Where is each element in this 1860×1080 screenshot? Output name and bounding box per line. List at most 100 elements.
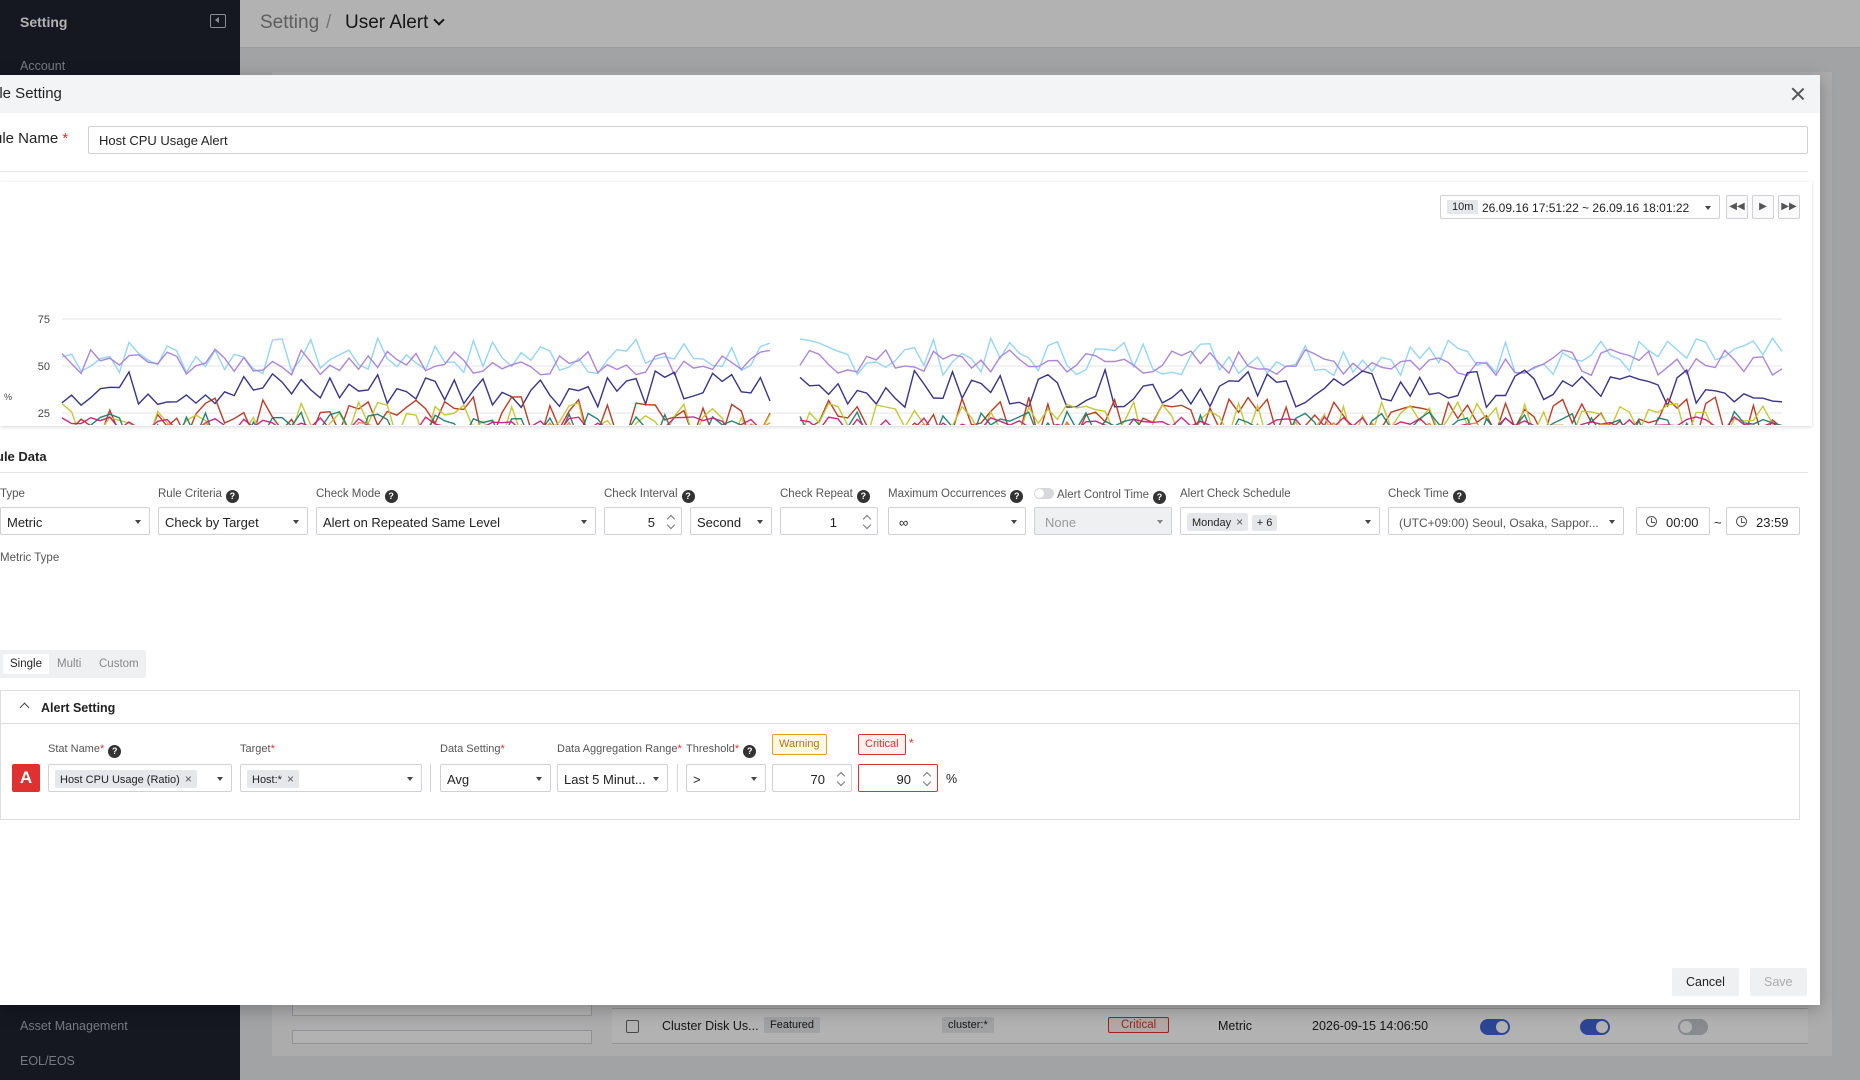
alert-setting-header[interactable]: Alert Setting [1, 691, 1799, 724]
close-icon[interactable] [1790, 86, 1806, 102]
help-icon[interactable]: ? [1010, 490, 1024, 503]
time-range-select[interactable]: 10m 26.09.16 17:51:22 ~ 26.09.16 18:01:2… [1440, 195, 1720, 219]
data-setting-label: Data Setting* [440, 743, 505, 755]
help-icon[interactable]: ? [1452, 490, 1466, 503]
series-line [61, 348, 771, 377]
chevron-down-icon [653, 777, 659, 781]
data-setting-select[interactable]: Avg [440, 764, 551, 792]
target-chip: Host:* × [247, 770, 299, 788]
chevron-down-icon [536, 777, 542, 781]
check-time-label: Check Time? [1388, 488, 1466, 503]
chevron-down-icon [135, 520, 141, 524]
y-tick-label: 50 [38, 361, 50, 373]
type-select[interactable]: Metric [0, 507, 150, 535]
clock-icon [1736, 516, 1747, 527]
rule-data-title: ule Data [0, 449, 47, 464]
target-select[interactable]: Host:* × [240, 764, 422, 792]
cancel-button[interactable]: Cancel [1672, 968, 1739, 996]
alert-setting-panel: Alert Setting [0, 690, 1800, 820]
check-time-end[interactable]: 23:59 [1726, 507, 1800, 535]
remove-icon[interactable]: × [185, 772, 192, 786]
y-axis-label: % [4, 392, 12, 402]
alert-check-schedule-label: Alert Check Schedule [1180, 488, 1291, 500]
chevron-down-icon [751, 777, 757, 781]
metric-type-custom[interactable]: Custom [92, 654, 146, 674]
metric-type-segmented: Single Multi Custom [0, 650, 146, 678]
chevron-down-icon [1705, 206, 1711, 210]
chevron-down-icon [1157, 520, 1163, 524]
modal-header: ule Setting [0, 75, 1820, 113]
critical-threshold-stepper[interactable]: 90 [858, 764, 938, 792]
stepper-down-icon[interactable] [862, 520, 872, 530]
alert-control-time-label: Alert Control Time? [1034, 488, 1167, 504]
stepper-down-icon[interactable] [836, 777, 846, 787]
chevron-down-icon [1011, 520, 1017, 524]
time-window-badge: 10m [1447, 200, 1479, 214]
chevron-down-icon [407, 777, 413, 781]
divider [0, 171, 1808, 172]
play-icon[interactable]: ▶ [1752, 195, 1774, 219]
chevron-up-icon[interactable] [19, 702, 30, 713]
warning-threshold-stepper[interactable]: 70 [772, 764, 852, 792]
data-aggregation-range-label: Data Aggregation Range* [557, 743, 682, 755]
alert-row-badge: A [12, 764, 40, 792]
stat-name-chip: Host CPU Usage (Ratio) × [55, 770, 197, 788]
critical-required-mark: * [909, 736, 914, 750]
rewind-icon[interactable]: ◀◀ [1726, 195, 1748, 219]
type-label: Type [0, 488, 25, 500]
threshold-operator-select[interactable]: > [686, 764, 766, 792]
metric-type-multi[interactable]: Multi [50, 654, 88, 674]
alert-setting-title: Alert Setting [41, 701, 116, 715]
help-icon[interactable]: ? [225, 490, 239, 503]
y-tick-label: 25 [38, 408, 50, 420]
help-icon[interactable]: ? [681, 490, 695, 503]
check-repeat-stepper[interactable]: 1 [780, 507, 878, 535]
rule-criteria-label: Rule Criteria? [158, 488, 239, 503]
rule-name-label: ule Name * [0, 130, 69, 147]
check-interval-stepper[interactable]: 5 [604, 507, 682, 535]
line-chart: 0255075%16 17:51:4017:52:0517:52:3017:52… [4, 314, 1783, 425]
critical-level-badge: Critical [858, 734, 906, 755]
chevron-down-icon [293, 520, 299, 524]
stat-name-select[interactable]: Host CPU Usage (Ratio) × [48, 764, 232, 792]
schedule-chip: Monday × [1187, 513, 1249, 531]
stepper-down-icon[interactable] [666, 520, 676, 530]
check-mode-select[interactable]: Alert on Repeated Same Level [316, 507, 596, 535]
rule-criteria-select[interactable]: Check by Target [158, 507, 308, 535]
series-line [61, 369, 771, 409]
time-range-text: 26.09.16 17:51:22 ~ 26.09.16 18:01:22 [1482, 201, 1690, 215]
aggregation-range-select[interactable]: Last 5 Minut... [557, 764, 668, 792]
warning-level-badge: Warning [772, 734, 827, 755]
divider [677, 764, 678, 792]
help-icon[interactable]: ? [856, 490, 870, 503]
timezone-select[interactable]: (UTC+09:00) Seoul, Osaka, Sappor... [1388, 507, 1624, 535]
series-line [799, 367, 1783, 409]
clock-icon [1646, 516, 1657, 527]
metric-type-label: Metric Type [0, 552, 60, 564]
chevron-down-icon [581, 520, 587, 524]
stepper-down-icon[interactable] [922, 777, 932, 787]
check-interval-unit-select[interactable]: Second [690, 507, 772, 535]
check-time-start[interactable]: 00:00 [1636, 507, 1710, 535]
maximum-occurrences-select[interactable]: ∞ [888, 507, 1026, 535]
schedule-more-chip: + 6 [1251, 515, 1278, 531]
help-icon[interactable]: ? [108, 745, 122, 758]
remove-icon[interactable]: × [1236, 515, 1243, 529]
alert-check-schedule-select[interactable]: Monday × + 6 [1180, 507, 1380, 535]
remove-icon[interactable]: × [287, 772, 294, 786]
rule-name-input[interactable] [88, 126, 1808, 154]
y-tick-label: 75 [38, 314, 50, 326]
check-repeat-label: Check Repeat? [780, 488, 870, 503]
time-range-separator: ~ [1714, 515, 1722, 530]
help-icon[interactable]: ? [384, 490, 398, 503]
chevron-down-icon [757, 520, 763, 524]
chevron-down-icon [1365, 520, 1371, 524]
chevron-down-icon [1609, 520, 1615, 524]
fast-forward-icon[interactable]: ▶▶ [1778, 195, 1800, 219]
save-button[interactable]: Save [1750, 968, 1807, 996]
threshold-unit: % [946, 772, 958, 786]
help-icon[interactable]: ? [1153, 491, 1167, 504]
help-icon[interactable]: ? [743, 745, 757, 758]
alert-control-toggle[interactable] [1034, 488, 1054, 499]
metric-type-single[interactable]: Single [3, 654, 49, 674]
